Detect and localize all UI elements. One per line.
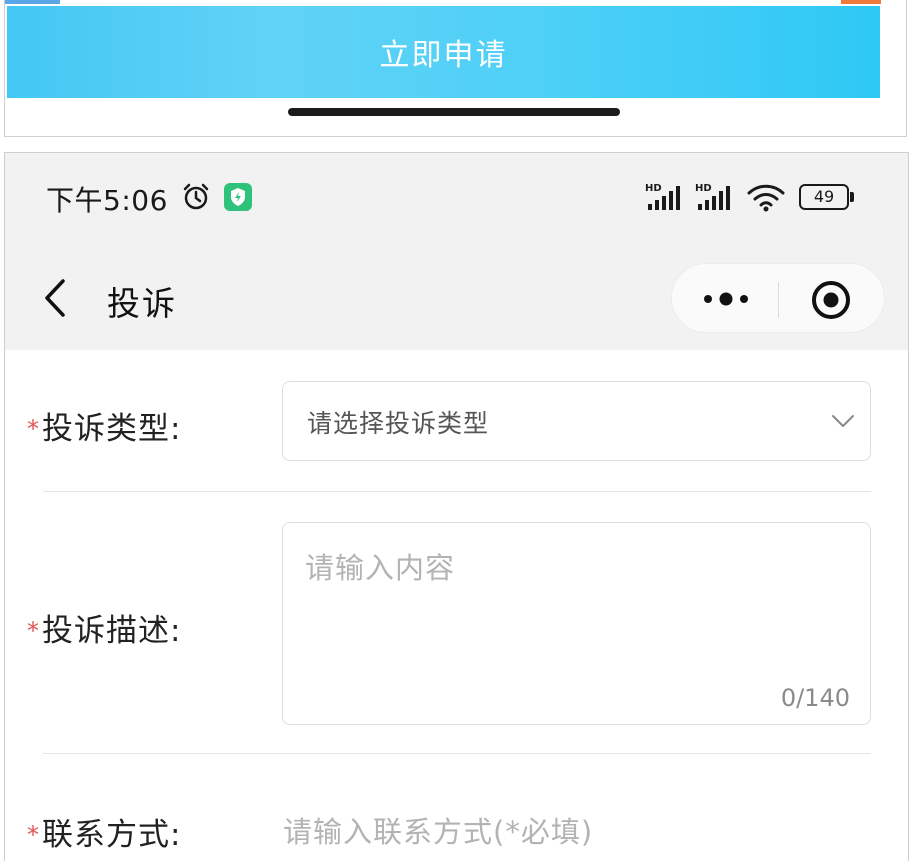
character-counter: 0/140 <box>780 684 850 712</box>
row-divider <box>43 491 871 492</box>
shield-badge-icon <box>224 183 252 211</box>
required-mark: * <box>27 617 40 645</box>
status-time: 下午5:06 <box>46 184 168 217</box>
complaint-screen: 下午5:06 HD HD 49 投诉 *投诉类型: 请选择投诉类型 *投诉描述:… <box>4 152 909 861</box>
wifi-icon <box>747 184 785 212</box>
signal-icon: HD <box>695 183 730 210</box>
required-mark: * <box>27 821 40 849</box>
row-divider <box>43 753 871 754</box>
contact-label: *联系方式: <box>27 809 181 854</box>
more-icon[interactable] <box>700 281 752 317</box>
top-edge-right <box>841 0 881 4</box>
complaint-type-label: *投诉类型: <box>27 403 181 448</box>
complaint-description-label-text: 投诉描述: <box>42 613 182 649</box>
signal2-hd-label: HD <box>695 183 712 194</box>
complaint-description-label: *投诉描述: <box>27 605 181 650</box>
contact-label-text: 联系方式: <box>42 817 182 853</box>
chevron-down-icon <box>832 415 854 427</box>
complaint-type-label-text: 投诉类型: <box>42 411 182 447</box>
battery-icon: 49 <box>799 184 855 210</box>
top-screenshot: 立即申请 <box>4 0 907 137</box>
complaint-description-placeholder: 请输入内容 <box>305 551 456 585</box>
home-indicator <box>288 108 620 116</box>
battery-level: 49 <box>799 184 849 210</box>
mini-program-capsule <box>671 263 885 333</box>
alarm-icon <box>183 183 209 210</box>
signal-icon: HD <box>645 183 680 210</box>
target-icon[interactable] <box>810 279 852 321</box>
complaint-type-placeholder: 请选择投诉类型 <box>307 409 490 438</box>
signal1-hd-label: HD <box>645 183 662 194</box>
top-edge-left <box>5 0 60 4</box>
page-title: 投诉 <box>107 284 177 323</box>
apply-now-button[interactable]: 立即申请 <box>7 6 880 98</box>
capsule-divider <box>778 282 779 318</box>
complaint-description-textarea[interactable]: 请输入内容 0/140 <box>282 522 871 725</box>
back-icon[interactable] <box>41 277 69 319</box>
contact-input[interactable]: 请输入联系方式(*必填) <box>283 809 593 851</box>
required-mark: * <box>27 415 40 443</box>
complaint-type-select[interactable]: 请选择投诉类型 <box>282 381 871 461</box>
